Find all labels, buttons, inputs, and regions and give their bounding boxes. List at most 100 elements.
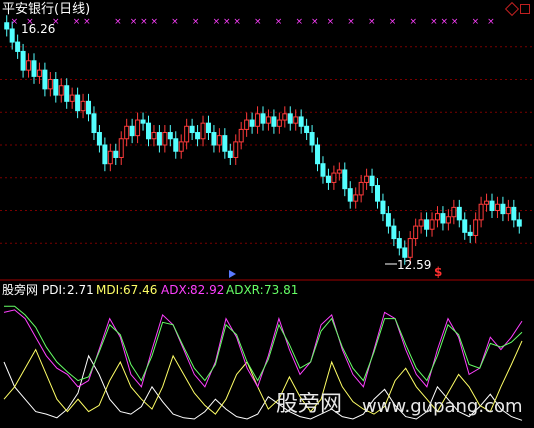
candle-body <box>325 175 331 183</box>
candle-body <box>396 238 402 249</box>
signal-cross-icon: × <box>192 17 200 27</box>
candle-body <box>445 216 451 224</box>
signal-cross-icon: × <box>73 17 81 27</box>
candle-body <box>238 128 244 143</box>
candle-body <box>260 113 266 124</box>
candle-body <box>47 79 53 90</box>
adx-value: 82.92 <box>190 283 225 297</box>
candle-body <box>113 150 119 158</box>
candle-body <box>353 194 359 202</box>
signal-cross-icon: × <box>150 17 158 27</box>
candle-body <box>64 85 70 102</box>
candle-body <box>118 138 124 158</box>
candle-body <box>58 85 64 96</box>
candle-body <box>451 206 457 218</box>
candle-body <box>402 247 408 258</box>
candle-body <box>140 119 146 124</box>
candle-body <box>282 113 288 121</box>
pdi-label: PDI: <box>42 283 67 297</box>
candle-body <box>489 200 495 211</box>
candle-body <box>167 132 173 140</box>
candle-body <box>211 132 217 146</box>
candle-body <box>385 213 391 227</box>
candle-body <box>265 116 271 124</box>
candle-body <box>407 238 413 258</box>
signal-cross-icon: × <box>83 17 91 27</box>
signal-cross-icon: × <box>487 17 495 27</box>
candle-body <box>320 163 326 177</box>
watermark-text: 股旁网 <box>276 392 343 417</box>
candle-body <box>413 225 419 240</box>
watermark-url: www.gupang.com <box>362 396 523 417</box>
signal-cross-icon: × <box>441 17 449 27</box>
candle-body <box>462 219 468 233</box>
candle-body <box>124 125 130 140</box>
candle-body <box>200 122 206 140</box>
candle-body <box>375 185 381 202</box>
candle-body <box>456 206 462 221</box>
candle-body <box>156 132 162 146</box>
pdi-value: 2.71 <box>67 283 94 297</box>
candle-body <box>227 150 233 158</box>
signal-cross-icon: × <box>368 17 376 27</box>
candle-body <box>26 60 32 71</box>
candle-body <box>287 113 293 124</box>
indicator-name: 股旁网 <box>2 283 39 297</box>
candle-body <box>478 203 484 221</box>
candle-body <box>4 22 10 30</box>
candle-body <box>222 135 228 152</box>
candle-body <box>91 113 97 134</box>
candle-body <box>107 150 113 165</box>
candle-body <box>135 119 141 137</box>
candle-body <box>331 172 337 183</box>
candle-body <box>233 141 239 158</box>
candle-body <box>145 122 151 140</box>
signal-cross-icon: × <box>472 17 480 27</box>
dmi-line-adx <box>3 309 523 389</box>
candle-body <box>162 132 168 146</box>
candle-body <box>249 119 255 127</box>
candle-body <box>42 69 48 90</box>
candle-body <box>369 175 375 187</box>
high-price-label: 16.26 <box>21 22 56 36</box>
candle-body <box>364 175 370 183</box>
candle-body <box>53 79 59 96</box>
signal-cross-icon: × <box>295 17 303 27</box>
signal-cross-icon: × <box>311 17 319 27</box>
candle-body <box>467 231 473 236</box>
signal-cross-icon: × <box>275 17 283 27</box>
candle-body <box>15 41 21 52</box>
candle-body <box>342 169 348 190</box>
candle-body <box>69 94 75 102</box>
candle-body <box>205 122 211 134</box>
signal-cross-icon: × <box>254 17 262 27</box>
candle-body <box>293 116 299 124</box>
cursor-triangle-icon <box>229 270 236 278</box>
candle-body <box>418 219 424 227</box>
dmi-line-adxr <box>4 305 523 382</box>
candle-body <box>336 169 342 174</box>
candle-body <box>216 135 222 146</box>
candle-body <box>429 219 435 230</box>
signal-cross-icon: × <box>11 17 19 27</box>
candle-body <box>380 200 386 215</box>
maximize-icon[interactable] <box>520 4 530 14</box>
candle-body <box>244 119 250 130</box>
candle-body <box>440 213 446 224</box>
mdi-label: MDI: <box>96 283 124 297</box>
candle-body <box>36 69 42 77</box>
candle-body <box>9 28 15 43</box>
candle-body <box>505 206 511 215</box>
candle-body <box>20 50 26 71</box>
candle-body <box>500 203 506 215</box>
candle-body <box>511 206 517 221</box>
signal-cross-icon: × <box>347 17 355 27</box>
candle-body <box>494 203 500 211</box>
signal-cross-icon: × <box>327 17 335 27</box>
candle-body <box>315 144 321 165</box>
candle-body <box>434 213 440 221</box>
candle-body <box>255 113 261 127</box>
candle-body <box>473 219 479 236</box>
candle-body <box>298 116 304 127</box>
candle-body <box>271 116 277 127</box>
